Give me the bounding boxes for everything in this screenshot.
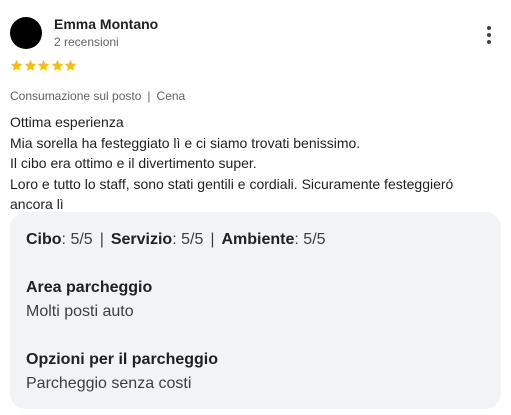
rating-label-food: Cibo xyxy=(26,231,62,248)
review-details-card: Cibo: 5/5 | Servizio: 5/5 | Ambiente: 5/5 Ar… xyxy=(10,212,501,409)
star-icon xyxy=(24,59,38,72)
rating-separator: | xyxy=(210,231,215,248)
reviewer-name[interactable]: Emma Montano xyxy=(54,16,158,32)
review-text: Ottima esperienza Mia sorella ha festegg… xyxy=(10,112,480,215)
parking-area-value: Molti posti auto xyxy=(26,303,134,320)
meal-type: Cena xyxy=(156,89,186,103)
parking-options-title: Opzioni per il parcheggio xyxy=(26,351,219,368)
more-vert-icon-dot xyxy=(487,40,491,44)
rating-label-service: Servizio xyxy=(110,231,173,248)
reviews-count: 2 recensioni xyxy=(54,35,119,49)
review-line: Mia sorella ha festeggiato lì e ci siamo… xyxy=(10,134,361,151)
more-vert-icon xyxy=(487,26,491,30)
rating-value-atmosphere: 5/5 xyxy=(303,231,326,248)
rating-separator: | xyxy=(99,231,104,248)
parking-area-title: Area parcheggio xyxy=(26,279,153,296)
more-options-button[interactable] xyxy=(478,24,500,46)
review-meta: Consumazione sul posto | Cena xyxy=(10,89,185,103)
review-line: Il cibo era ottimo e il divertimento sup… xyxy=(10,155,257,171)
star-icon xyxy=(51,59,65,72)
review-line: Loro e tutto lo staff, sono stati gentil… xyxy=(10,175,454,192)
dining-type: Consumazione sul posto xyxy=(10,89,142,103)
rating-value-food: 5/5 xyxy=(70,231,93,248)
avatar[interactable] xyxy=(10,17,42,49)
star-icon xyxy=(64,59,78,72)
more-vert-icon-dot xyxy=(487,33,491,37)
review-line: Ottima esperienza xyxy=(10,114,124,130)
meta-separator: | xyxy=(147,89,151,103)
rating-label-atmosphere: Ambiente xyxy=(221,231,295,248)
star-icon xyxy=(37,59,51,72)
star-icon xyxy=(10,59,24,72)
category-ratings: Cibo: 5/5 | Servizio: 5/5 | Ambiente: 5/5 xyxy=(26,231,326,248)
parking-options-value: Parcheggio senza costi xyxy=(26,375,192,392)
star-rating xyxy=(10,59,78,72)
rating-value-service: 5/5 xyxy=(181,231,204,248)
